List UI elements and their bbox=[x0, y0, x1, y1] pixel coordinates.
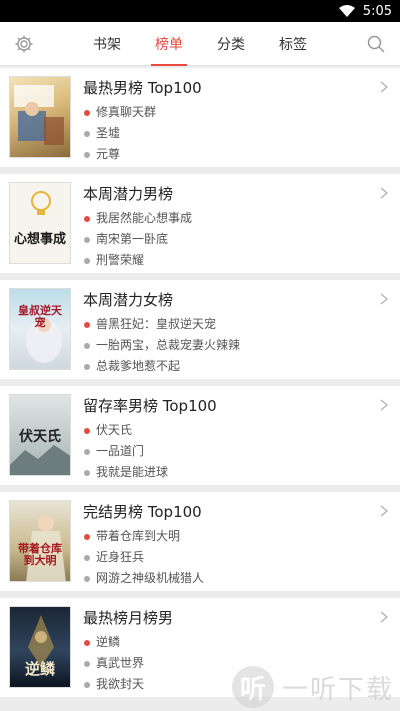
watermark: 听 一听下载 bbox=[231, 666, 394, 708]
list-item[interactable]: 总裁爹地惹不起 bbox=[83, 356, 400, 377]
book-title: 我居然能心想事成 bbox=[96, 211, 193, 225]
list-item[interactable]: 我居然能心想事成 bbox=[83, 208, 400, 229]
list-item[interactable]: 逆鳞 bbox=[83, 632, 400, 653]
ranking-list: 最热男榜 Top100 修真聊天群 圣墟 元尊 心想事成 本周潜力男榜 我居然能… bbox=[0, 68, 400, 704]
book-title: 近身狂兵 bbox=[96, 550, 145, 564]
ranking-card[interactable]: 带着仓库到大明 完结男榜 Top100 带着仓库到大明 近身狂兵 网游之神级机械… bbox=[0, 492, 400, 591]
list-item[interactable]: 兽黑狂妃：皇叔逆天宠 bbox=[83, 314, 400, 335]
book-title: 伏天氏 bbox=[96, 423, 133, 437]
rank-dot-icon bbox=[84, 236, 90, 243]
rank-dot-icon bbox=[84, 151, 90, 158]
ranking-title: 留存率男榜 Top100 bbox=[83, 397, 217, 415]
ranking-title: 最热榜月榜男 bbox=[83, 609, 174, 627]
book-title: 网游之神级机械猎人 bbox=[96, 571, 205, 585]
book-title: 带着仓库到大明 bbox=[96, 529, 181, 543]
rank-dot-icon bbox=[84, 342, 90, 349]
book-title: 圣墟 bbox=[96, 126, 121, 140]
tab-bookshelf[interactable]: 书架 bbox=[89, 22, 125, 66]
chevron-right-icon bbox=[380, 611, 389, 623]
book-cover-image: 带着仓库到大明 bbox=[9, 500, 71, 582]
cover-title: 伏天氏 bbox=[19, 428, 61, 445]
chevron-right-icon bbox=[380, 81, 389, 93]
wifi-icon bbox=[338, 5, 355, 17]
status-bar: 5:05 bbox=[0, 0, 400, 22]
search-icon[interactable] bbox=[366, 34, 386, 54]
book-cover-image bbox=[9, 76, 71, 158]
ranking-title: 最热男榜 Top100 bbox=[83, 79, 202, 97]
book-title: 我欲封天 bbox=[96, 677, 145, 691]
list-item[interactable]: 近身狂兵 bbox=[83, 547, 400, 568]
ranking-card[interactable]: 伏天氏 留存率男榜 Top100 伏天氏 一品道门 我就是能进球 bbox=[0, 386, 400, 485]
settings-gear-icon[interactable] bbox=[14, 34, 34, 54]
list-item[interactable]: 带着仓库到大明 bbox=[83, 526, 400, 547]
rank-dot-icon bbox=[84, 575, 90, 582]
list-item[interactable]: 刑警荣耀 bbox=[83, 250, 400, 271]
rank-dot-icon bbox=[84, 109, 90, 116]
book-cover-image: 皇叔逆天宠 bbox=[9, 288, 71, 370]
watermark-text: 一听下载 bbox=[281, 674, 394, 705]
list-item[interactable]: 我就是能进球 bbox=[83, 462, 400, 483]
book-title: 逆鳞 bbox=[96, 635, 121, 649]
rank-dot-icon bbox=[84, 469, 90, 476]
ranking-card[interactable]: 皇叔逆天宠 本周潜力女榜 兽黑狂妃：皇叔逆天宠 一胎两宝，总裁宠妻火辣辣 总裁爹… bbox=[0, 280, 400, 379]
ranking-title: 完结男榜 Top100 bbox=[83, 503, 202, 521]
ranking-title: 本周潜力男榜 bbox=[83, 185, 174, 203]
ranking-card[interactable]: 最热男榜 Top100 修真聊天群 圣墟 元尊 bbox=[0, 68, 400, 167]
rank-dot-icon bbox=[84, 533, 90, 540]
chevron-right-icon bbox=[380, 505, 389, 517]
top-nav: 书架 榜单 分类 标签 bbox=[0, 22, 400, 66]
book-title: 兽黑狂妃：皇叔逆天宠 bbox=[96, 317, 217, 331]
ranking-title: 本周潜力女榜 bbox=[83, 291, 174, 309]
book-title: 总裁爹地惹不起 bbox=[96, 359, 181, 373]
chevron-right-icon bbox=[380, 293, 389, 305]
status-time: 5:05 bbox=[362, 3, 392, 19]
tab-tags[interactable]: 标签 bbox=[275, 22, 311, 66]
rank-dot-icon bbox=[84, 448, 90, 455]
book-title: 我就是能进球 bbox=[96, 465, 169, 479]
book-title: 一品道门 bbox=[96, 444, 145, 458]
book-cover-image: 伏天氏 bbox=[9, 394, 71, 476]
cover-title: 心想事成 bbox=[14, 231, 67, 247]
book-cover-image: 逆鳞 bbox=[9, 606, 71, 688]
list-item[interactable]: 网游之神级机械猎人 bbox=[83, 568, 400, 589]
rank-dot-icon bbox=[84, 639, 90, 646]
cover-title: 皇叔逆天宠 bbox=[18, 303, 62, 329]
list-item[interactable]: 一胎两宝，总裁宠妻火辣辣 bbox=[83, 335, 400, 356]
book-title: 真武世界 bbox=[96, 656, 145, 670]
rank-dot-icon bbox=[84, 257, 90, 264]
book-title: 刑警荣耀 bbox=[96, 253, 145, 267]
book-title: 元尊 bbox=[96, 147, 121, 161]
rank-dot-icon bbox=[84, 363, 90, 370]
rank-dot-icon bbox=[84, 215, 90, 222]
list-item[interactable]: 伏天氏 bbox=[83, 420, 400, 441]
book-title: 一胎两宝，总裁宠妻火辣辣 bbox=[96, 338, 241, 352]
ranking-card[interactable]: 心想事成 本周潜力男榜 我居然能心想事成 南宋第一卧底 刑警荣耀 bbox=[0, 174, 400, 273]
list-item[interactable]: 一品道门 bbox=[83, 441, 400, 462]
chevron-right-icon bbox=[380, 187, 389, 199]
book-title: 修真聊天群 bbox=[96, 105, 157, 119]
list-item[interactable]: 圣墟 bbox=[83, 123, 400, 144]
list-item[interactable]: 修真聊天群 bbox=[83, 102, 400, 123]
rank-dot-icon bbox=[84, 427, 90, 434]
rank-dot-icon bbox=[84, 660, 90, 667]
list-item[interactable]: 元尊 bbox=[83, 144, 400, 165]
tab-bar: 书架 榜单 分类 标签 bbox=[89, 22, 311, 66]
cover-title: 带着仓库到大明 bbox=[18, 541, 62, 567]
cover-title: 逆鳞 bbox=[24, 659, 55, 678]
rank-dot-icon bbox=[84, 554, 90, 561]
book-cover-image: 心想事成 bbox=[9, 182, 71, 264]
rank-dot-icon bbox=[84, 130, 90, 137]
list-item[interactable]: 南宋第一卧底 bbox=[83, 229, 400, 250]
tab-categories[interactable]: 分类 bbox=[213, 22, 249, 66]
tab-rankings[interactable]: 榜单 bbox=[151, 22, 187, 66]
watermark-logo: 听 bbox=[231, 666, 274, 708]
rank-dot-icon bbox=[84, 681, 90, 688]
book-title: 南宋第一卧底 bbox=[96, 232, 169, 246]
chevron-right-icon bbox=[380, 399, 389, 411]
rank-dot-icon bbox=[84, 321, 90, 328]
